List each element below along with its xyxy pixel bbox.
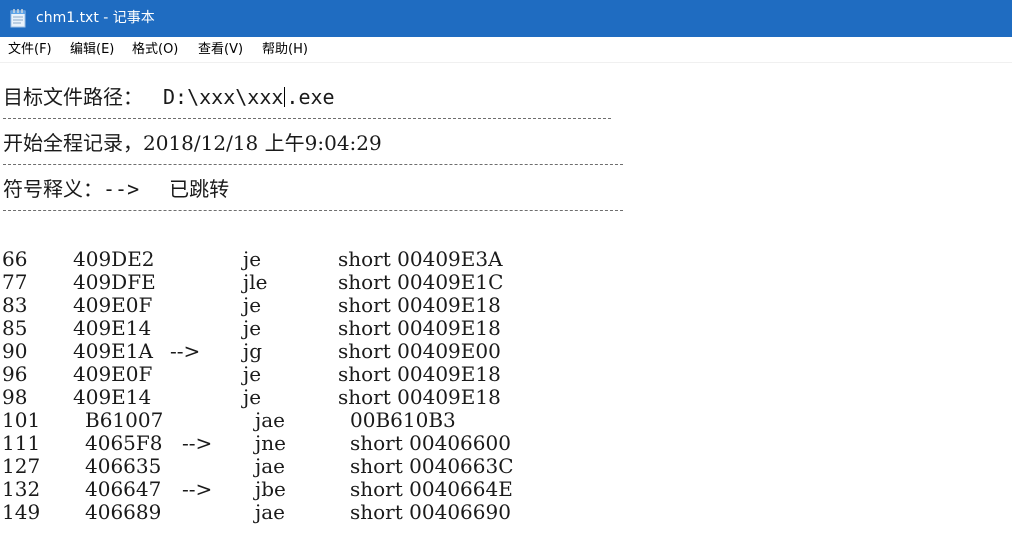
table-row: 132 406647 --> jbe short 0040664E [0, 478, 1012, 501]
row-addr: 409E0F [73, 293, 153, 317]
legend-arrow: --> [103, 177, 140, 201]
row-operand: short 00409E18 [338, 316, 501, 340]
menu-help[interactable]: 帮助(H) [262, 41, 308, 58]
table-row: 101 B61007 jae 00B610B3 [0, 409, 1012, 432]
row-num: 66 [2, 247, 28, 271]
row-operand: short 0040663C [350, 454, 514, 478]
table-row: 83 409E0F je short 00409E18 [0, 294, 1012, 317]
title-bar[interactable]: chm1.txt - 记事本 [0, 0, 1012, 37]
table-row: 98 409E14 je short 00409E18 [0, 386, 1012, 409]
row-op: je [243, 316, 262, 340]
row-operand: short 00409E18 [338, 362, 501, 386]
table-row: 149 406689 jae short 00406690 [0, 501, 1012, 524]
text-editor[interactable]: 目标文件路径： D:\xxx\xxx .exe 开始全程记录，2018/12/18 … [0, 63, 1012, 536]
row-num: 111 [2, 431, 41, 455]
row-op: je [243, 385, 262, 409]
table-row: 111 4065F8 --> jne short 00406600 [0, 432, 1012, 455]
table-row: 66 409DE2 je short 00409E3A [0, 248, 1012, 271]
row-addr: 409E1A [73, 339, 153, 363]
menu-edit[interactable]: 编辑(E) [70, 41, 114, 58]
row-operand: 00B610B3 [350, 408, 456, 432]
row-num: 98 [2, 385, 28, 409]
table-row: 77 409DFE jle short 00409E1C [0, 271, 1012, 294]
row-addr: B61007 [85, 408, 164, 432]
separator-3 [3, 210, 623, 211]
row-addr: 4065F8 [85, 431, 163, 455]
row-operand: short 00406600 [350, 431, 511, 455]
row-num: 127 [2, 454, 41, 478]
row-operand: short 00409E18 [338, 293, 501, 317]
row-op: je [243, 293, 262, 317]
notepad-window: chm1.txt - 记事本 文件(F) 编辑(E) 格式(O) 查看(V) 帮… [0, 0, 1012, 536]
row-op: jg [243, 339, 263, 363]
table-row: 90 409E1A --> jg short 00409E00 [0, 340, 1012, 363]
row-operand: short 00409E3A [338, 247, 503, 271]
row-op: jae [255, 454, 285, 478]
row-arrow: --> [182, 431, 213, 455]
row-addr: 409E14 [73, 385, 152, 409]
separator-1 [3, 118, 611, 119]
window-title: chm1.txt - 记事本 [36, 10, 155, 26]
row-addr: 406689 [85, 500, 162, 524]
path-label: 目标文件路径： [3, 85, 143, 109]
row-arrow: --> [182, 477, 213, 501]
row-op: jae [255, 408, 285, 432]
row-num: 90 [2, 339, 28, 363]
row-operand: short 00409E1C [338, 270, 504, 294]
row-op: jne [255, 431, 286, 455]
path-value: D:\xxx\xxx [163, 85, 284, 109]
table-row: 85 409E14 je short 00409E18 [0, 317, 1012, 340]
row-arrow: --> [170, 339, 201, 363]
row-addr: 406647 [85, 477, 162, 501]
path-line: 目标文件路径： D:\xxx\xxx .exe [3, 86, 335, 109]
row-num: 101 [2, 408, 41, 432]
row-addr: 409E0F [73, 362, 153, 386]
row-addr: 406635 [85, 454, 162, 478]
separator-2 [3, 164, 623, 165]
table-row: 96 409E0F je short 00409E18 [0, 363, 1012, 386]
notepad-icon [10, 9, 26, 28]
row-op: je [243, 362, 262, 386]
row-num: 149 [2, 500, 41, 524]
row-op: je [243, 247, 262, 271]
row-operand: short 00409E18 [338, 385, 501, 409]
row-op: jle [243, 270, 268, 294]
row-addr: 409E14 [73, 316, 152, 340]
legend-line: 符号释义：--> 已跳转 [3, 178, 229, 201]
legend-label: 符号释义： [3, 177, 103, 201]
row-num: 96 [2, 362, 28, 386]
path-extension: .exe [286, 85, 335, 109]
row-num: 83 [2, 293, 28, 317]
row-num: 132 [2, 477, 41, 501]
table-row: 127 406635 jae short 0040663C [0, 455, 1012, 478]
row-addr: 409DE2 [73, 247, 155, 271]
menu-view[interactable]: 查看(V) [198, 41, 243, 58]
row-operand: short 00406690 [350, 500, 511, 524]
menu-file[interactable]: 文件(F) [8, 41, 52, 58]
row-addr: 409DFE [73, 270, 156, 294]
row-operand: short 00409E00 [338, 339, 501, 363]
record-line: 开始全程记录，2018/12/18 上午9:04:29 [3, 131, 382, 155]
row-operand: short 0040664E [350, 477, 513, 501]
menu-bar: 文件(F) 编辑(E) 格式(O) 查看(V) 帮助(H) [0, 37, 1012, 63]
menu-format[interactable]: 格式(O) [132, 41, 178, 58]
legend-text: 已跳转 [169, 177, 230, 201]
row-op: jbe [255, 477, 286, 501]
row-op: jae [255, 500, 285, 524]
row-num: 85 [2, 316, 28, 340]
row-num: 77 [2, 270, 28, 294]
